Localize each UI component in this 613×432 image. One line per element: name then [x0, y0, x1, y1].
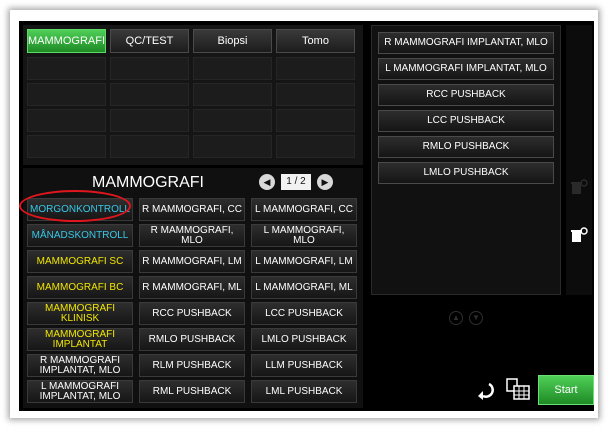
- empty-slot: [27, 109, 106, 132]
- protocol-mammografi-klinisk[interactable]: MAMMOGRAFI KLINISK: [27, 302, 133, 325]
- view-r-mammografi-lm[interactable]: R MAMMOGRAFI, LM: [139, 250, 245, 273]
- empty-slot: [27, 135, 106, 158]
- screenshot-frame: MAMMOGRAFI QC/TEST Biopsi Tomo MAMMOGRAF…: [10, 10, 598, 418]
- view-lmlo-pushback[interactable]: LMLO PUSHBACK: [251, 328, 357, 351]
- selected-view-item[interactable]: L MAMMOGRAFI IMPLANTAT, MLO: [378, 58, 554, 80]
- view-tools-sidebar: [566, 25, 592, 295]
- empty-slot: [27, 57, 106, 80]
- empty-slot: [110, 135, 189, 158]
- selected-views-panel: R MAMMOGRAFI IMPLANTAT, MLO L MAMMOGRAFI…: [371, 25, 561, 295]
- start-study-button[interactable]: Start Study: [538, 375, 594, 405]
- protocol-list-panel: MAMMOGRAFI ◀ 1 / 2 ▶ MORGONKONTROLL R MA…: [23, 168, 363, 408]
- protocol-r-mammografi-implantat-mlo[interactable]: R MAMMOGRAFI IMPLANTAT, MLO: [27, 354, 133, 377]
- view-llm-pushback[interactable]: LLM PUSHBACK: [251, 354, 357, 377]
- chevron-left-icon[interactable]: ◀: [259, 174, 275, 190]
- acquisition-screen: MAMMOGRAFI QC/TEST Biopsi Tomo MAMMOGRAF…: [19, 21, 594, 411]
- empty-slot: [276, 83, 355, 106]
- empty-slot: [193, 109, 272, 132]
- empty-slot: [110, 57, 189, 80]
- tab-qc-test[interactable]: QC/TEST: [110, 29, 189, 53]
- empty-slot: [193, 57, 272, 80]
- page-indicator: 1 / 2: [281, 174, 311, 190]
- empty-slot: [193, 135, 272, 158]
- protocol-group-title: MAMMOGRAFI: [92, 174, 204, 191]
- scroll-down-icon: ▼: [469, 311, 483, 325]
- view-r-mammografi-mlo[interactable]: R MAMMOGRAFI, MLO: [139, 224, 245, 247]
- view-r-mammografi-ml[interactable]: R MAMMOGRAFI, ML: [139, 276, 245, 299]
- empty-slot: [27, 83, 106, 106]
- tab-biopsi[interactable]: Biopsi: [193, 29, 272, 53]
- view-l-mammografi-mlo[interactable]: L MAMMOGRAFI, MLO: [251, 224, 357, 247]
- protocol-manadskontroll[interactable]: MÅNADSKONTROLL: [27, 224, 133, 247]
- scroll-indicator: ▲ ▼: [449, 307, 489, 325]
- layout-grid-icon[interactable]: [505, 376, 531, 402]
- delete-view-icon[interactable]: [569, 225, 589, 245]
- selected-view-item[interactable]: RCC PUSHBACK: [378, 84, 554, 106]
- pager: ◀ 1 / 2 ▶: [259, 174, 339, 192]
- view-rml-pushback[interactable]: RML PUSHBACK: [139, 380, 245, 403]
- selected-view-item[interactable]: R MAMMOGRAFI IMPLANTAT, MLO: [378, 32, 554, 54]
- view-rmlo-pushback[interactable]: RMLO PUSHBACK: [139, 328, 245, 351]
- view-r-mammografi-cc[interactable]: R MAMMOGRAFI, CC: [139, 198, 245, 221]
- empty-slot: [110, 83, 189, 106]
- view-l-mammografi-lm[interactable]: L MAMMOGRAFI, LM: [251, 250, 357, 273]
- view-lcc-pushback[interactable]: LCC PUSHBACK: [251, 302, 357, 325]
- empty-slot: [276, 135, 355, 158]
- protocol-mammografi-bc[interactable]: MAMMOGRAFI BC: [27, 276, 133, 299]
- protocol-mammografi-sc[interactable]: MAMMOGRAFI SC: [27, 250, 133, 273]
- selected-view-item[interactable]: LMLO PUSHBACK: [378, 162, 554, 184]
- view-l-mammografi-ml[interactable]: L MAMMOGRAFI, ML: [251, 276, 357, 299]
- empty-slot: [193, 83, 272, 106]
- delete-view-disabled-icon: [569, 177, 589, 197]
- protocol-morgonkontroll[interactable]: MORGONKONTROLL: [27, 198, 133, 221]
- tab-tomo[interactable]: Tomo: [276, 29, 355, 53]
- view-rlm-pushback[interactable]: RLM PUSHBACK: [139, 354, 245, 377]
- empty-slot: [110, 109, 189, 132]
- protocol-l-mammografi-implantat-mlo[interactable]: L MAMMOGRAFI IMPLANTAT, MLO: [27, 380, 133, 403]
- empty-slot: [276, 109, 355, 132]
- protocol-mammografi-implantat[interactable]: MAMMOGRAFI IMPLANTAT: [27, 328, 133, 351]
- view-l-mammografi-cc[interactable]: L MAMMOGRAFI, CC: [251, 198, 357, 221]
- selected-view-item[interactable]: RMLO PUSHBACK: [378, 136, 554, 158]
- tab-mammografi[interactable]: MAMMOGRAFI: [27, 29, 106, 53]
- protocol-tab-panel: MAMMOGRAFI QC/TEST Biopsi Tomo: [23, 25, 363, 165]
- view-rcc-pushback[interactable]: RCC PUSHBACK: [139, 302, 245, 325]
- empty-slot: [276, 57, 355, 80]
- view-lml-pushback[interactable]: LML PUSHBACK: [251, 380, 357, 403]
- chevron-right-icon[interactable]: ▶: [317, 174, 333, 190]
- scroll-up-icon: ▲: [449, 311, 463, 325]
- undo-arrow-icon[interactable]: [475, 379, 497, 401]
- selected-view-item[interactable]: LCC PUSHBACK: [378, 110, 554, 132]
